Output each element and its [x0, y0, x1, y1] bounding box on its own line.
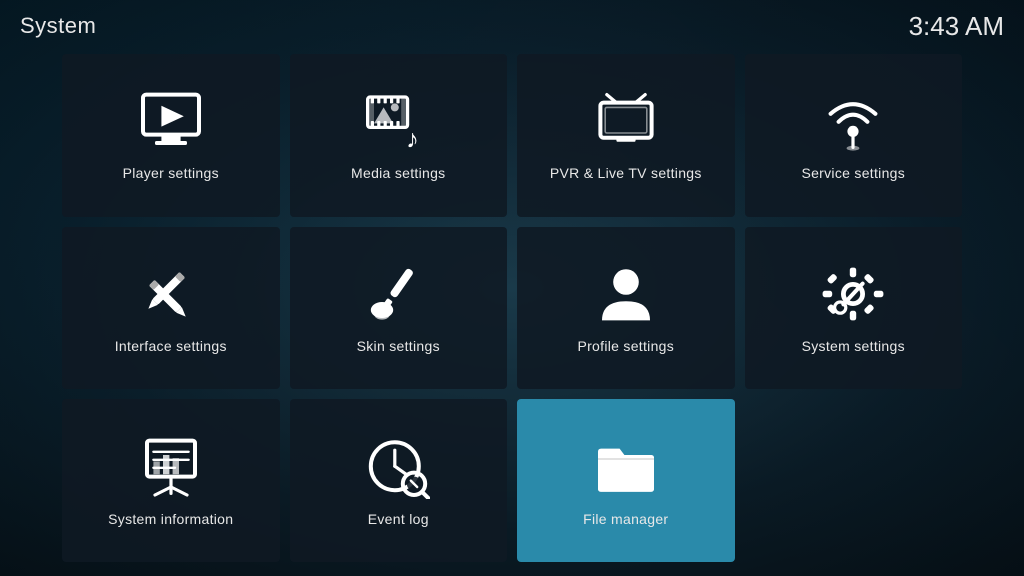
- pvr-settings-label: PVR & Live TV settings: [550, 165, 702, 181]
- skin-settings-icon: [366, 262, 430, 326]
- media-settings-icon: ♪: [366, 89, 430, 153]
- clock: 3:43 AM: [909, 11, 1004, 42]
- interface-settings-icon: [139, 262, 203, 326]
- profile-settings-icon: [594, 262, 658, 326]
- system-settings-icon: [821, 262, 885, 326]
- tile-pvr-settings[interactable]: PVR & Live TV settings: [517, 54, 735, 217]
- page-title: System: [20, 13, 96, 39]
- interface-settings-label: Interface settings: [115, 338, 227, 354]
- event-log-label: Event log: [368, 511, 429, 527]
- tile-event-log[interactable]: Event log: [290, 399, 508, 562]
- svg-text:♪: ♪: [406, 126, 419, 154]
- media-settings-label: Media settings: [351, 165, 445, 181]
- tile-system-settings[interactable]: System settings: [745, 227, 963, 390]
- system-settings-label: System settings: [802, 338, 905, 354]
- event-log-icon: [366, 435, 430, 499]
- tile-service-settings[interactable]: Service settings: [745, 54, 963, 217]
- service-settings-label: Service settings: [801, 165, 905, 181]
- tile-skin-settings[interactable]: Skin settings: [290, 227, 508, 390]
- tile-media-settings[interactable]: ♪ Media settings: [290, 54, 508, 217]
- tile-system-information[interactable]: System information: [62, 399, 280, 562]
- service-settings-icon: [821, 89, 885, 153]
- pvr-settings-icon: [594, 89, 658, 153]
- player-settings-icon: [139, 89, 203, 153]
- header: System 3:43 AM: [0, 0, 1024, 52]
- system-information-icon: [139, 435, 203, 499]
- file-manager-label: File manager: [583, 511, 668, 527]
- tile-interface-settings[interactable]: Interface settings: [62, 227, 280, 390]
- tile-player-settings[interactable]: Player settings: [62, 54, 280, 217]
- tile-file-manager[interactable]: File manager: [517, 399, 735, 562]
- settings-grid: Player settings ♪: [62, 54, 962, 562]
- tile-profile-settings[interactable]: Profile settings: [517, 227, 735, 390]
- skin-settings-label: Skin settings: [357, 338, 440, 354]
- file-manager-icon: [594, 435, 658, 499]
- system-information-label: System information: [108, 511, 233, 527]
- player-settings-label: Player settings: [123, 165, 219, 181]
- profile-settings-label: Profile settings: [577, 338, 674, 354]
